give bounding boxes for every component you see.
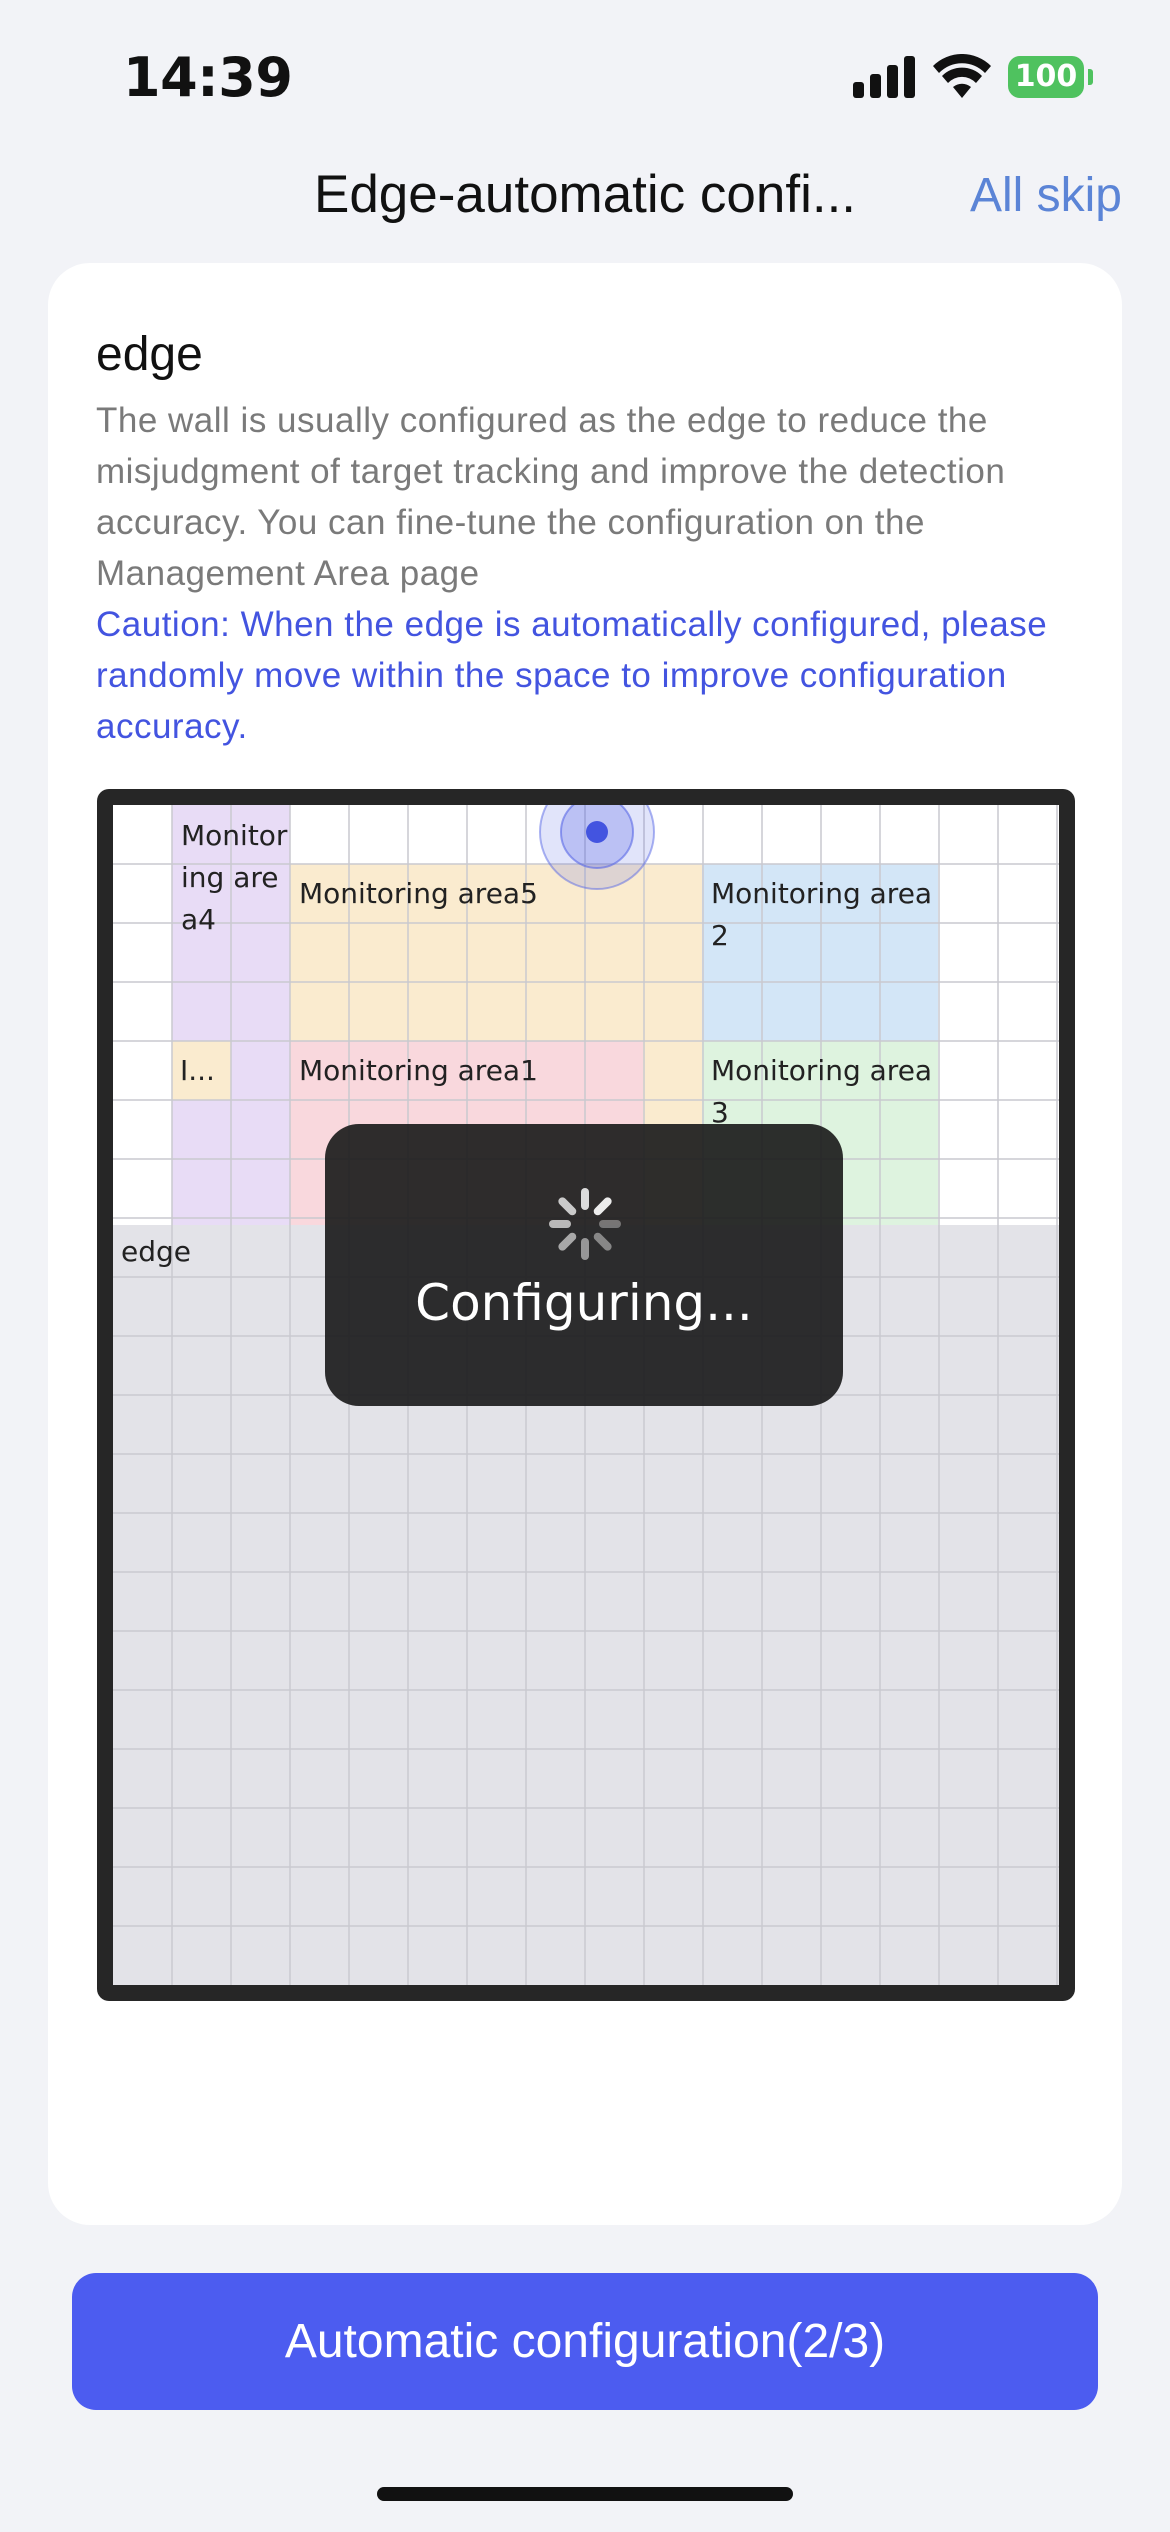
- zone-label-area2: Monitoring area2: [711, 877, 933, 952]
- automatic-configuration-button[interactable]: Automatic configuration(2/3): [72, 2273, 1098, 2410]
- loading-toast: Configuring...: [325, 1124, 843, 1406]
- status-bar: 14:39 100: [0, 0, 1170, 150]
- battery-tip: [1088, 69, 1093, 85]
- card-title: edge: [96, 328, 203, 381]
- all-skip-button[interactable]: All skip: [970, 168, 1122, 223]
- battery-level: 100: [1008, 56, 1084, 98]
- zone-label-area3: Monitoring area3: [711, 1054, 933, 1129]
- loading-text: Configuring...: [415, 1274, 753, 1332]
- page-title: Edge-automatic confi...: [313, 165, 857, 224]
- zone-label-edge: edge: [121, 1235, 191, 1268]
- card-description: The wall is usually configured as the ed…: [96, 401, 1006, 593]
- wifi-icon: [933, 54, 991, 98]
- zone-label-small: I...: [180, 1054, 215, 1087]
- loading-spinner-icon: [549, 1188, 621, 1260]
- home-indicator: [377, 2487, 793, 2501]
- radar-sensor-icon[interactable]: [538, 805, 656, 891]
- caution-text: Caution: When the edge is automatically …: [96, 605, 1048, 746]
- zone-label-area4: Monitoring area4: [181, 819, 288, 936]
- cellular-signal-icon: [853, 56, 915, 98]
- battery-icon: 100: [1008, 56, 1093, 98]
- status-time: 14:39: [123, 46, 293, 109]
- zone-label-area1: Monitoring area1: [299, 1054, 538, 1087]
